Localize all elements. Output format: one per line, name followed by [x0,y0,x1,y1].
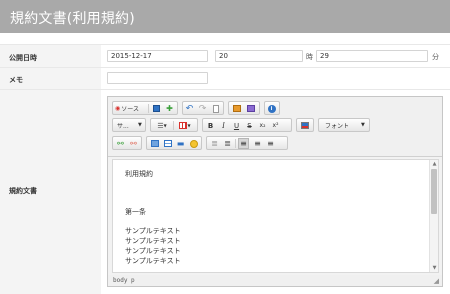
toolbar-group-text-style: B I U S x₂ x² [202,118,292,132]
toolbar-separator [148,104,149,113]
publish-date-input[interactable]: 2015-12-17 [107,50,208,62]
outdent-icon[interactable]: ≣ [209,138,220,149]
align-center-icon[interactable]: ≡ [252,138,263,149]
scroll-up-arrow-icon[interactable]: ▲ [431,161,438,167]
unlink-icon[interactable]: ⚯ [128,138,139,149]
editor-scrollbar[interactable]: ▲ ▼ [429,160,438,272]
italic-button[interactable]: I [218,120,229,131]
toolbar-group-about: i [264,101,280,115]
memo-row: メモ [0,68,450,90]
page-header: 規約文書(利用規約) [0,0,450,33]
format-dropdown[interactable]: サ... ▼ [112,118,146,132]
document-label: 規約文書 [9,187,37,195]
memo-input[interactable] [107,72,208,84]
publish-date-row: 公開日時 2015-12-17 20 時 29 分 [0,44,450,68]
element-path[interactable]: body p [113,277,135,284]
chevron-down-icon: ▼ [138,122,142,128]
toolbar-separator [235,139,236,148]
editor-toolbar: ◉ ソース ✚ ↶ ↷ i サ... ▼ ☰ ▼ ▼ B I U S x₂ x²… [108,97,442,157]
list-dropdown-icon[interactable]: ☰ ▼ [153,120,171,131]
toolbar-group-table: ☰ ▼ ▼ [150,118,198,132]
smiley-icon[interactable] [188,138,199,149]
page-icon[interactable] [210,103,221,114]
font-dropdown[interactable]: フォント ▼ [318,118,370,132]
flash-icon[interactable] [245,103,256,114]
content-line: サンプルテキスト [125,257,181,265]
scrollbar-thumb[interactable] [431,169,437,214]
strikethrough-button[interactable]: S [244,120,255,131]
undo-icon[interactable]: ↶ [184,103,195,114]
toolbar-group-media [228,101,260,115]
underline-button[interactable]: U [231,120,242,131]
publish-minute-input[interactable]: 29 [316,50,428,62]
info-icon[interactable]: i [266,103,277,114]
resize-handle-icon[interactable]: ◢ [434,277,439,285]
memo-label: メモ [9,76,23,84]
document-label-cell: 規約文書 [0,90,101,294]
toolbar-group-document: ◉ ソース ✚ [112,101,178,115]
publish-hour-input[interactable]: 20 [215,50,303,62]
superscript-button[interactable]: x² [270,120,281,131]
toolbar-separator [173,121,174,130]
subscript-button[interactable]: x₂ [257,120,268,131]
toolbar-group-link: ⚯ ⚯ [112,136,142,150]
toolbar-group-undo: ↶ ↷ [182,101,224,115]
content-line: 第一条 [125,208,146,216]
page-title: 規約文書(利用規約) [10,11,135,27]
scroll-down-arrow-icon[interactable]: ▼ [431,265,438,271]
image-icon[interactable] [231,103,242,114]
toolbar-group-align: ≣ ≣ ≡ ≡ ≡ [206,136,288,150]
editor-statusbar: body p ◢ [108,275,442,286]
insert-image-icon[interactable] [149,138,160,149]
toolbar-group-insert: ▬ [146,136,202,150]
source-button[interactable]: ◉ ソース [115,103,147,114]
chevron-down-icon: ▼ [361,122,365,128]
content-line: サンプルテキスト [125,227,181,235]
toolbar-group-color [296,118,314,132]
content-line: 利用規約 [125,170,153,178]
publish-date-label-cell: 公開日時 [0,45,101,67]
bold-button[interactable]: B [205,120,216,131]
memo-label-cell: メモ [0,68,101,89]
minute-suffix: 分 [432,53,439,61]
align-right-icon[interactable]: ≡ [265,138,276,149]
editor-content-area[interactable]: 利用規約 第一条 サンプルテキスト サンプルテキスト サンプルテキスト サンプル… [112,159,439,273]
source-icon: ◉ [115,105,121,112]
content-line: サンプルテキスト [125,247,181,255]
hour-suffix: 時 [306,53,313,61]
indent-icon[interactable]: ≣ [222,138,233,149]
insert-table-icon[interactable] [162,138,173,149]
horizontal-rule-icon[interactable]: ▬ [175,138,186,149]
rich-text-editor: ◉ ソース ✚ ↶ ↷ i サ... ▼ ☰ ▼ ▼ B I U S x₂ x²… [107,96,443,287]
template-icon[interactable]: ✚ [164,103,175,114]
redo-icon[interactable]: ↷ [197,103,208,114]
align-left-icon[interactable]: ≡ [238,138,249,149]
link-icon[interactable]: ⚯ [115,138,126,149]
content-line: サンプルテキスト [125,237,181,245]
publish-date-label: 公開日時 [9,54,37,62]
text-color-icon[interactable] [299,120,310,131]
table-dropdown-icon[interactable]: ▼ [175,120,195,131]
save-icon[interactable] [151,103,162,114]
